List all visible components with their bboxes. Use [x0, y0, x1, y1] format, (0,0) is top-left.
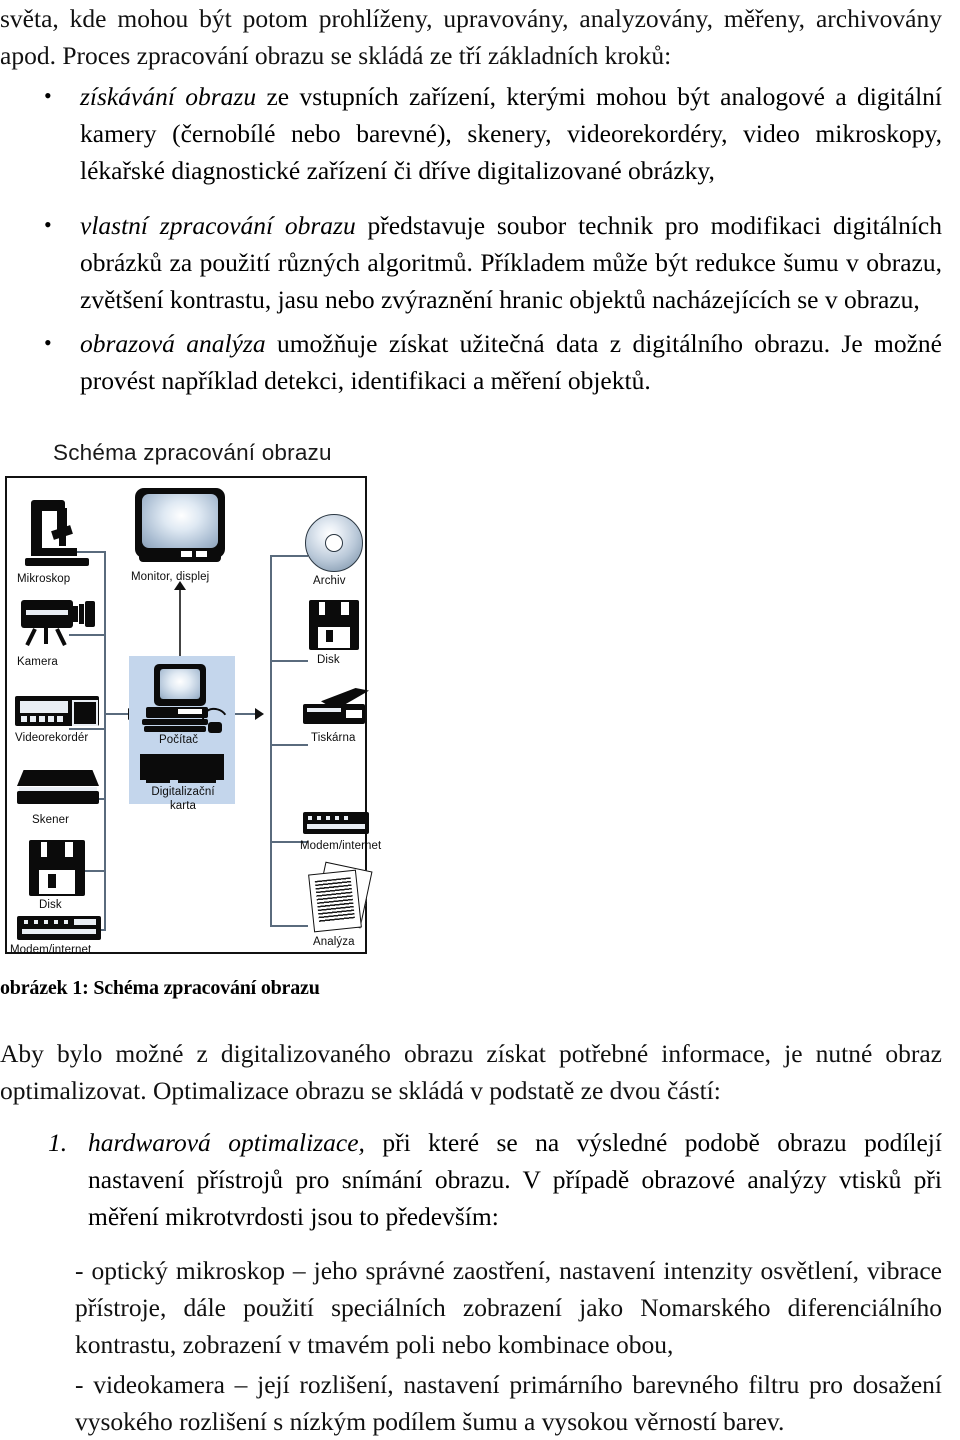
bullet-marker: •	[44, 83, 52, 108]
label-scanner: Skener	[32, 814, 70, 826]
label-modem-right: Modem/internet	[300, 840, 382, 852]
figure-frame: Mikroskop Kamera Videorekordér Skener Di…	[5, 476, 381, 956]
label-digitizer-card-line1: Digitalizační	[151, 786, 215, 798]
list-item-emphasis: vlastní zpracování obrazu	[80, 211, 356, 240]
paragraph-intro: světa, kde mohou být potom prohlíženy, u…	[0, 0, 942, 74]
label-monitor: Monitor, displej	[131, 571, 210, 583]
wire-left-to-cpu	[104, 713, 130, 715]
label-analysis: Analýza	[313, 936, 355, 948]
cd-archive-icon	[305, 514, 363, 572]
computer-icon	[140, 664, 231, 733]
vcr-icon	[15, 696, 99, 728]
intro-line-2-rest: Proces zpracování obrazu se skládá ze tř…	[62, 41, 672, 70]
label-modem-left: Modem/internet	[10, 944, 92, 956]
list-item: • získávání obrazu ze vstupních zařízení…	[44, 78, 942, 189]
microscope-icon	[19, 498, 95, 566]
intro-line-1: světa, kde mohou být potom prohlíženy, u…	[0, 4, 942, 33]
intro-line-2-prefix: apod.	[0, 41, 63, 70]
bullet-marker: •	[44, 212, 52, 237]
numbered-item-emphasis: hardwarová optimalizace,	[88, 1128, 365, 1157]
modem-icon-left	[17, 916, 101, 942]
wire-cpu-to-right	[235, 713, 257, 715]
paragraph-after-figure: Aby bylo možné z digitalizovaného obrazu…	[0, 1039, 942, 1105]
floppy-disk-icon-right	[309, 600, 359, 650]
bullet-marker: •	[44, 330, 52, 355]
printer-icon	[303, 688, 369, 728]
list-item: • vlastní zpracování obrazu představuje …	[44, 207, 942, 318]
scanner-icon	[17, 770, 99, 808]
label-vcr: Videorekordér	[15, 732, 89, 744]
modem-icon-right	[303, 812, 369, 836]
figure-caption: obrázek 1: Schéma zpracování obrazu	[0, 977, 320, 999]
numbered-list-item: 1. hardwarová optimalizace, při které se…	[48, 1124, 942, 1235]
list-item-emphasis: získávání obrazu	[80, 82, 257, 111]
label-printer: Tiskárna	[311, 732, 356, 744]
list-item-emphasis: obrazová analýza	[80, 329, 266, 358]
label-digitizer-card-line2: karta	[169, 800, 197, 812]
wire-archiv	[270, 555, 308, 557]
wire-disk-right	[270, 660, 308, 662]
arrow-out-cpu	[255, 708, 264, 720]
analysis-papers-icon	[303, 861, 373, 936]
wire-cpu-to-monitor	[179, 589, 181, 657]
wire-vcr	[69, 728, 106, 730]
document-page: světa, kde mohou být potom prohlíženy, u…	[0, 0, 960, 1436]
wire-left-bus	[104, 551, 106, 929]
digitizer-card-icon	[140, 754, 224, 784]
label-microscope: Mikroskop	[17, 573, 71, 585]
figure-title: Schéma zpracování obrazu	[53, 440, 332, 465]
label-computer: Počítač	[159, 734, 199, 746]
label-camera: Kamera	[17, 656, 58, 668]
wire-printer	[270, 744, 308, 746]
wire-right-bus	[270, 555, 272, 925]
dash-paragraph: - videokamera – její rozlišení, nastaven…	[75, 1370, 942, 1436]
dash-paragraph: - optický mikroskop – jeho správné zaost…	[75, 1256, 942, 1359]
figure-schema: Schéma zpracování obrazu Mikroskop Kamer…	[5, 440, 381, 958]
numbered-marker: 1.	[48, 1128, 68, 1157]
label-disk-right: Disk	[317, 654, 340, 666]
label-archive: Archiv	[313, 575, 346, 587]
monitor-icon	[135, 488, 225, 566]
floppy-disk-icon-left	[29, 840, 85, 896]
list-item: • obrazová analýza umožňuje získat užite…	[44, 325, 942, 399]
camera-icon	[17, 598, 95, 654]
label-disk-left: Disk	[39, 899, 62, 911]
